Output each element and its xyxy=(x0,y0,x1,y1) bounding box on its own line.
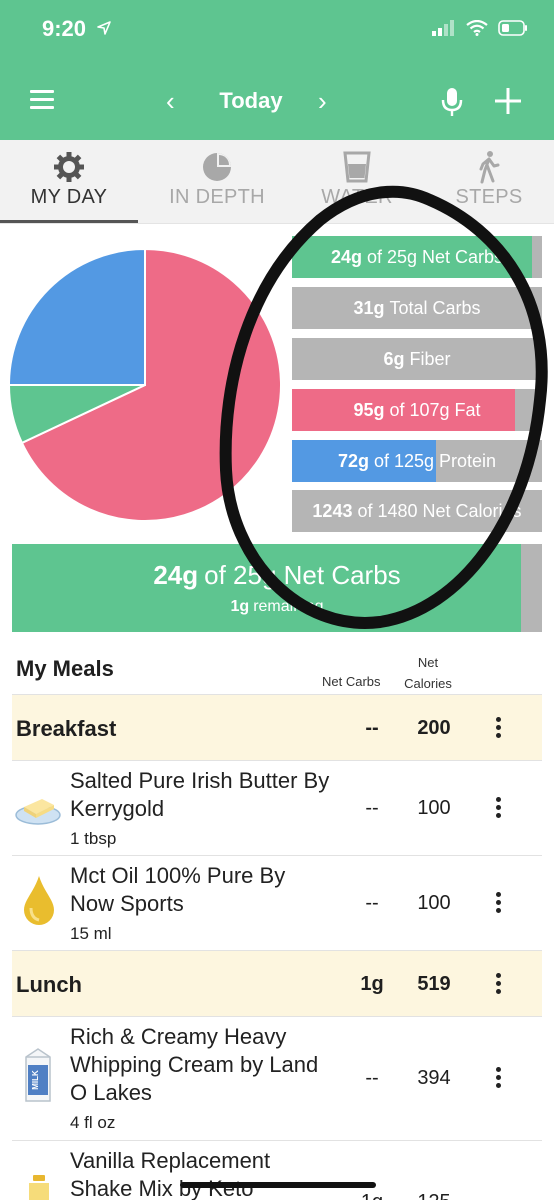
total-carbs-value: 31g xyxy=(353,297,385,318)
total-carbs-label: Total Carbs xyxy=(389,297,481,318)
food-serving: 15 ml xyxy=(70,924,112,943)
cellular-signal-icon xyxy=(432,20,454,36)
tab-my-day[interactable]: MY DAY xyxy=(0,140,138,224)
food-net-carbs: -- xyxy=(365,1067,379,1089)
summary-carbs-label: of 25g Net Carbs xyxy=(204,560,401,590)
status-time: 9:20 xyxy=(42,16,87,41)
food-item[interactable]: Mct Oil 100% Pure By Now Sports 15 ml --… xyxy=(12,855,542,950)
tab-label: IN DEPTH xyxy=(169,186,265,208)
status-icons xyxy=(432,20,528,36)
food-item[interactable]: Salted Pure Irish Butter By Kerrygold 1 … xyxy=(12,760,542,855)
protein-value: 72g xyxy=(337,450,369,471)
net-carbs-summary-bar[interactable]: 24g of 25g Net Carbs 1g remaining xyxy=(12,544,542,632)
tab-in-depth[interactable]: IN DEPTH xyxy=(148,140,286,224)
milk-carton-icon: MILK xyxy=(25,1048,51,1102)
tab-label: WATER xyxy=(321,186,393,208)
meal-net-calories: 200 xyxy=(417,717,451,739)
more-options-icon[interactable] xyxy=(486,971,510,1001)
fat-bar: 95g of 107g Fat xyxy=(292,389,542,431)
more-options-icon[interactable] xyxy=(486,890,510,920)
meal-name: Breakfast xyxy=(16,716,117,741)
fiber-value: 6g xyxy=(383,348,405,369)
meal-net-calories: 519 xyxy=(417,973,451,995)
meal-name: Lunch xyxy=(16,972,82,997)
active-tab-indicator xyxy=(0,220,138,223)
food-net-calories: 100 xyxy=(417,797,451,819)
water-glass-icon xyxy=(343,151,371,183)
walking-person-icon xyxy=(479,151,500,184)
meal-net-carbs: -- xyxy=(365,717,379,739)
meals-header: My Meals Net Carbs Net Calories xyxy=(12,644,542,694)
food-serving: 1 tbsp xyxy=(70,829,117,848)
fiber-label: Fiber xyxy=(409,348,451,369)
home-indicator xyxy=(180,1182,376,1188)
fat-value: 95g xyxy=(353,399,385,420)
net-calories-bar: 1243 of 1480 Net Calories xyxy=(292,490,542,532)
net-calories-value: 1243 xyxy=(312,500,353,521)
remaining-label: remaining xyxy=(253,598,324,615)
fat-label: of 107g Fat xyxy=(389,399,481,420)
more-options-icon[interactable] xyxy=(486,715,510,745)
next-day-button[interactable]: › xyxy=(318,84,327,118)
app-header: 9:20 ‹ Today › xyxy=(0,0,554,140)
oil-drop-icon xyxy=(24,876,54,925)
pie-chart-icon xyxy=(203,153,231,181)
meal-section-breakfast[interactable]: Breakfast -- 200 xyxy=(12,694,542,760)
remaining-value: 1g xyxy=(230,598,250,615)
summary-carbs-value: 24g xyxy=(153,560,199,590)
net-carbs-bar: 24g of 25g Net Carbs xyxy=(292,236,542,278)
shake-bottle-icon xyxy=(29,1175,49,1200)
net-calories-column-header: Net Calories xyxy=(404,655,452,691)
tab-bar: MY DAY IN DEPTH WATER STEPS xyxy=(0,140,554,224)
tab-label: STEPS xyxy=(455,186,523,208)
battery-icon xyxy=(498,20,527,36)
wifi-icon xyxy=(466,20,488,36)
butter-icon xyxy=(15,799,61,825)
hamburger-menu-icon xyxy=(30,90,54,93)
protein-bar: 72g of 125g Protein xyxy=(292,440,542,482)
food-net-carbs: -- xyxy=(365,797,379,819)
tab-water[interactable]: WATER xyxy=(288,140,426,224)
food-name: Mct Oil 100% Pure By Now Sports xyxy=(70,863,286,916)
food-name: Vanilla Replacement Shake Mix by Keto xyxy=(70,1148,271,1200)
food-net-calories: 394 xyxy=(417,1067,451,1089)
protein-label: of 125g Protein xyxy=(373,450,497,471)
milk-carton-label: MILK xyxy=(31,1070,40,1090)
food-net-calories: 125 xyxy=(406,1191,462,1200)
net-carbs-column-header: Net Carbs xyxy=(322,674,381,689)
tab-label: MY DAY xyxy=(30,186,108,208)
food-name: Salted Pure Irish Butter By Kerrygold xyxy=(70,768,330,821)
meal-section-lunch[interactable]: Lunch 1g 519 xyxy=(12,950,542,1016)
total-carbs-bar: 31g Total Carbs xyxy=(292,287,542,329)
food-serving: 4 fl oz xyxy=(70,1113,116,1132)
microphone-icon[interactable] xyxy=(440,86,464,118)
food-net-carbs: -- xyxy=(365,892,379,914)
location-arrow-icon xyxy=(97,21,111,35)
macro-pie-chart xyxy=(8,248,282,522)
food-item[interactable]: Vanilla Replacement Shake Mix by Keto 1g… xyxy=(12,1140,542,1200)
menu-button[interactable] xyxy=(30,90,54,110)
food-item[interactable]: MILK Rich & Creamy Heavy Whipping Cream … xyxy=(12,1016,542,1140)
net-carbs-label: of 25g Net Carbs xyxy=(366,246,504,267)
food-net-calories: 100 xyxy=(417,892,451,914)
add-plus-icon[interactable] xyxy=(494,86,522,116)
net-calories-label: of 1480 Net Calories xyxy=(357,500,522,521)
previous-day-button[interactable]: ‹ xyxy=(166,84,175,118)
tab-steps[interactable]: STEPS xyxy=(420,140,554,224)
meals-title: My Meals xyxy=(16,656,114,681)
date-title[interactable]: Today xyxy=(186,88,316,114)
net-carbs-value: 24g xyxy=(330,246,362,267)
fiber-bar: 6g Fiber xyxy=(292,338,542,380)
gear-icon xyxy=(54,152,84,182)
pie-slice-protein xyxy=(8,248,146,386)
more-options-icon[interactable] xyxy=(486,1065,510,1095)
meal-net-carbs: 1g xyxy=(360,973,384,995)
food-net-carbs: 1g xyxy=(352,1191,392,1200)
more-options-icon[interactable] xyxy=(486,795,510,825)
food-name: Rich & Creamy Heavy Whipping Cream by La… xyxy=(70,1024,319,1105)
